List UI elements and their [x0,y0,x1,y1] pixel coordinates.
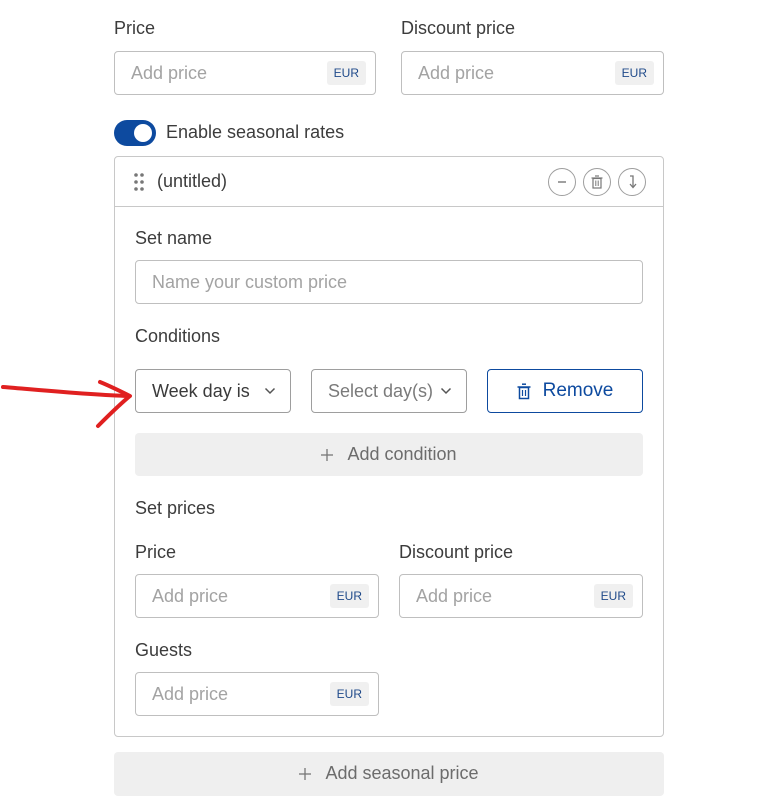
add-seasonal-price-label: Add seasonal price [325,763,479,783]
chevron-down-icon [264,387,276,395]
condition-type-value: Week day is [152,380,250,401]
card-title: (untitled) [157,171,228,191]
season-price-label: Price [135,542,177,562]
conditions-label: Conditions [135,326,221,346]
currency-badge: EUR [614,61,654,85]
move-down-button[interactable] [618,168,646,196]
set-name-label: Set name [135,228,213,248]
minus-icon [558,181,566,183]
set-prices-label: Set prices [135,498,216,518]
price-label: Price [114,18,156,38]
day-select[interactable]: Select day(s) [311,369,467,413]
season-price-field[interactable]: EUR [135,574,379,618]
add-condition-label: Add condition [347,444,457,464]
plus-icon [321,448,334,461]
annotation-arrow [1,380,132,428]
collapse-button[interactable] [548,168,576,196]
chevron-down-icon [440,387,452,395]
day-select-placeholder: Select day(s) [328,380,434,401]
remove-condition-button[interactable]: Remove [487,369,643,413]
add-condition-button[interactable]: Add condition [135,433,643,476]
season-discount-input[interactable] [416,585,594,607]
currency-badge: EUR [326,61,366,85]
remove-label: Remove [542,380,614,401]
arrow-down-icon [629,175,637,189]
card-header: (untitled) [115,157,663,207]
season-price-input[interactable] [152,585,330,607]
seasonal-price-card: (untitled) Set name Conditions Week day … [114,156,664,737]
condition-type-select[interactable]: Week day is [135,369,291,413]
season-discount-field[interactable]: EUR [399,574,643,618]
price-field[interactable]: EUR [114,51,376,95]
discount-price-label: Discount price [401,18,516,38]
trash-icon [591,175,603,189]
seasonal-rates-toggle[interactable] [114,120,156,146]
guests-input[interactable] [152,683,330,705]
guests-field[interactable]: EUR [135,672,379,716]
add-seasonal-price-button[interactable]: Add seasonal price [114,752,664,796]
toggle-knob [134,124,152,142]
plus-icon [299,768,312,780]
season-discount-label: Discount price [399,542,514,562]
guests-label: Guests [135,640,193,660]
delete-card-button[interactable] [583,168,611,196]
seasonal-rates-label: Enable seasonal rates [166,122,345,142]
price-input[interactable] [131,62,327,84]
discount-price-field[interactable]: EUR [401,51,664,95]
currency-badge: EUR [593,584,633,608]
currency-badge: EUR [329,682,369,706]
trash-icon [517,382,531,399]
currency-badge: EUR [329,584,369,608]
set-name-input[interactable] [152,271,642,293]
set-name-field[interactable] [135,260,643,304]
discount-price-input[interactable] [418,62,615,84]
drag-handle-icon[interactable] [133,172,145,197]
